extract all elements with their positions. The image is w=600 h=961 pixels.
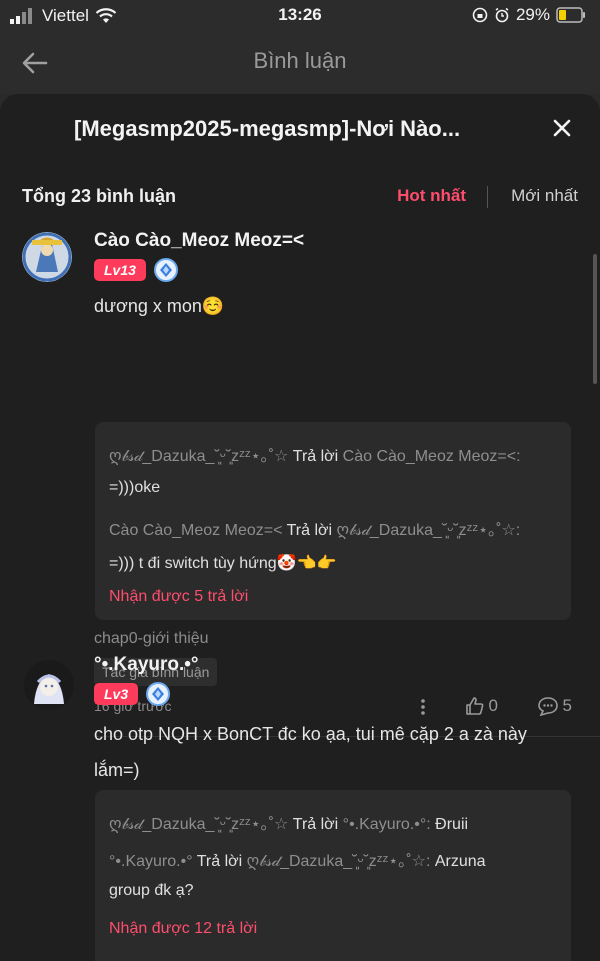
reply-text: Đruii <box>435 816 469 833</box>
reply-text: =))) t đi switch tùy hứng🤡👈👉 <box>109 555 337 572</box>
reply-line: ღ𝒷𝓈𝒹_Dazuka_˘͈ᵕ˘͈zᶻᶻ⋆｡˚☆ Trả lời Cào Cào… <box>109 442 561 466</box>
battery-percent: 29% <box>515 5 550 24</box>
sort-new-tab[interactable]: Mới nhất <box>511 186 578 206</box>
view-more-replies[interactable]: Nhận được 5 trả lời <box>109 588 248 606</box>
sheet-title: [Megasmp2025-megasmp]-Nơi Nào... <box>74 116 461 141</box>
reply-line: ღ𝒷𝓈𝒹_Dazuka_˘͈ᵕ˘͈zᶻᶻ⋆｡˚☆ Trả lời °•.Kayu… <box>109 810 561 834</box>
reply-box[interactable]: ღ𝒷𝓈𝒹_Dazuka_˘͈ᵕ˘͈zᶻᶻ⋆｡˚☆ Trả lời °•.Kayu… <box>95 790 571 961</box>
reply-text: group đk ạ? <box>109 882 194 899</box>
avatar[interactable] <box>24 660 74 710</box>
comments-sheet: [Megasmp2025-megasmp]-Nơi Nào... Tổng 23… <box>0 94 600 961</box>
status-bar: Viettel 13:26 29% <box>0 0 600 32</box>
reply-username[interactable]: °•.Kayuro.•° <box>109 853 193 870</box>
battery-icon <box>556 7 585 23</box>
user-badges: Lv3 <box>94 682 171 706</box>
vip-diamond-icon <box>146 682 171 706</box>
vip-diamond-icon <box>153 258 178 282</box>
close-icon[interactable] <box>548 114 576 142</box>
level-badge: Lv13 <box>94 259 146 281</box>
nav-bar: Bình luận <box>0 32 600 94</box>
level-badge: Lv3 <box>94 683 139 705</box>
reply-text: =)))oke <box>109 479 161 496</box>
comment-username[interactable]: Cào Cào_Meoz Meoz=< <box>94 230 304 252</box>
nav-title: Bình luận <box>253 48 347 73</box>
rotation-lock-icon <box>472 7 488 23</box>
comment-count: Tổng 23 bình luận <box>22 186 176 206</box>
reply-action: Trả lời <box>196 853 243 870</box>
comment-username[interactable]: °•.Kayuro.•° <box>94 654 199 676</box>
comment-item: Cào Cào_Meoz Meoz=< Lv13 dương x mon☺️ ღ… <box>0 230 600 737</box>
user-badges: Lv13 <box>94 258 178 282</box>
reply-text: Arzuna <box>434 853 486 870</box>
reply-username[interactable]: Cào Cào_Meoz Meoz=< <box>109 522 282 539</box>
comment-item: °•.Kayuro.•° Lv3 cho otp NQH x BonCT đc … <box>0 654 600 961</box>
reply-line: Cào Cào_Meoz Meoz=< Trả lời ღ𝒷𝓈𝒹_Dazuka_… <box>109 516 561 540</box>
comments-header: Tổng 23 bình luận Hot nhất Mới nhất <box>22 186 578 210</box>
reply-target[interactable]: ღ𝒷𝓈𝒹_Dazuka_˘͈ᵕ˘͈zᶻᶻ⋆｡˚☆: <box>337 522 521 539</box>
avatar[interactable] <box>22 232 72 282</box>
reply-username[interactable]: ღ𝒷𝓈𝒹_Dazuka_˘͈ᵕ˘͈zᶻᶻ⋆｡˚☆ <box>109 816 288 833</box>
reply-line: °•.Kayuro.•° Trả lời ღ𝒷𝓈𝒹_Dazuka_˘͈ᵕ˘͈zᶻ… <box>109 847 561 871</box>
view-more-replies[interactable]: Nhận được 12 trả lời <box>109 920 257 938</box>
reply-target[interactable]: °•.Kayuro.•°: <box>343 816 431 833</box>
chapter-label[interactable]: chap0-giới thiệu <box>94 630 209 648</box>
reply-action: Trả lời <box>292 816 339 833</box>
reply-action: Trả lời <box>286 522 333 539</box>
reply-target[interactable]: Cào Cào_Meoz Meoz=<: <box>343 448 521 465</box>
comment-text: cho otp NQH x BonCT đc ko ạa, tui mê cặp… <box>94 724 527 744</box>
reply-target[interactable]: ღ𝒷𝓈𝒹_Dazuka_˘͈ᵕ˘͈zᶻᶻ⋆｡˚☆: <box>247 853 431 870</box>
comment-text: lắm=) <box>94 760 140 780</box>
reply-action: Trả lời <box>292 448 339 465</box>
comment-text: dương x mon☺️ <box>94 296 225 316</box>
reply-box[interactable]: ღ𝒷𝓈𝒹_Dazuka_˘͈ᵕ˘͈zᶻᶻ⋆｡˚☆ Trả lời Cào Cào… <box>95 422 571 620</box>
alarm-icon <box>495 7 509 23</box>
reply-username[interactable]: ღ𝒷𝓈𝒹_Dazuka_˘͈ᵕ˘͈zᶻᶻ⋆｡˚☆ <box>109 448 288 465</box>
sort-hot-tab[interactable]: Hot nhất <box>397 186 466 206</box>
sort-divider <box>487 186 488 208</box>
